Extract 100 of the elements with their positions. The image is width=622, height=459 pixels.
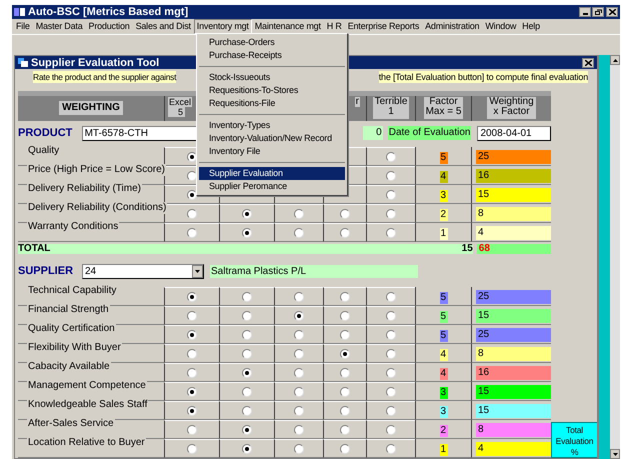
radio-button[interactable]: [294, 406, 304, 416]
radio-button[interactable]: [386, 190, 396, 200]
radio-button[interactable]: [294, 349, 304, 360]
radio-button[interactable]: [294, 228, 304, 238]
radio-button[interactable]: [386, 330, 396, 340]
dropdown-item[interactable]: Requesitions-To-Stores: [199, 84, 345, 97]
close-icon: [608, 9, 616, 15]
total-evaluation-button[interactable]: Total Evaluation %: [551, 422, 597, 458]
dropdown-item[interactable]: Inventory File: [199, 145, 345, 158]
date-field[interactable]: 2008-04-01: [477, 126, 551, 141]
radio-button[interactable]: [294, 209, 304, 220]
weighted-score: 8: [476, 347, 551, 362]
radio-button[interactable]: [187, 190, 197, 200]
radio-button[interactable]: [340, 425, 350, 436]
radio-button[interactable]: [294, 368, 304, 378]
radio-button[interactable]: [242, 425, 252, 436]
dropdown-item[interactable]: Stock-Issueouts: [199, 71, 345, 84]
dropdown-item[interactable]: Requesitions-File: [199, 97, 345, 110]
menu-item[interactable]: Enterprise Reports: [344, 19, 422, 34]
radio-button[interactable]: [386, 171, 396, 182]
radio-button[interactable]: [386, 292, 396, 302]
radio-button[interactable]: [242, 292, 252, 302]
radio-button[interactable]: [242, 368, 252, 378]
radio-button[interactable]: [340, 349, 350, 360]
menu-item[interactable]: Master Data: [32, 19, 86, 34]
radio-button[interactable]: [386, 209, 396, 220]
menu-item[interactable]: Sales and Dist: [132, 19, 194, 34]
menu-item[interactable]: File: [13, 19, 33, 34]
close-button[interactable]: [606, 7, 618, 17]
column-header: Weighting x Factor: [487, 97, 536, 119]
radio-button[interactable]: [386, 152, 396, 162]
menu-item[interactable]: Help: [519, 19, 543, 34]
radio-button[interactable]: [340, 387, 350, 398]
radio-button[interactable]: [340, 368, 350, 378]
radio-button[interactable]: [386, 425, 396, 436]
radio-button[interactable]: [242, 330, 252, 340]
radio-button[interactable]: [242, 349, 252, 360]
factor-value: 5: [440, 292, 448, 304]
radio-button[interactable]: [187, 387, 197, 398]
minimize-button[interactable]: [579, 7, 591, 17]
radio-button[interactable]: [340, 292, 350, 302]
radio-button[interactable]: [386, 387, 396, 398]
radio-button[interactable]: [187, 425, 197, 436]
criterion-label: Technical Capability: [27, 285, 118, 298]
radio-button[interactable]: [187, 152, 197, 162]
radio-button[interactable]: [386, 311, 396, 322]
radio-button[interactable]: [242, 406, 252, 416]
radio-button[interactable]: [187, 406, 197, 416]
criterion-label: Knowledgeable Sales Staff: [27, 399, 148, 412]
radio-button[interactable]: [187, 311, 197, 322]
radio-button[interactable]: [294, 292, 304, 302]
radio-button[interactable]: [187, 209, 197, 220]
radio-button[interactable]: [187, 228, 197, 238]
menu-item[interactable]: H R: [324, 19, 345, 34]
weighting-button[interactable]: WEIGHTING: [59, 101, 123, 116]
radio-button[interactable]: [386, 406, 396, 416]
radio-button[interactable]: [187, 171, 197, 182]
radio-button[interactable]: [340, 330, 350, 340]
factor-value: 4: [440, 349, 448, 362]
radio-button[interactable]: [187, 330, 197, 340]
radio-button[interactable]: [386, 368, 396, 378]
radio-button[interactable]: [340, 444, 350, 454]
criterion-label: Quality: [27, 145, 60, 158]
dropdown-item[interactable]: Purchase-Orders: [199, 36, 345, 49]
radio-button[interactable]: [294, 444, 304, 454]
radio-button[interactable]: [242, 311, 252, 322]
radio-button[interactable]: [187, 292, 197, 302]
radio-button[interactable]: [386, 228, 396, 238]
supplier-dropdown[interactable]: 24: [82, 264, 204, 279]
dropdown-item[interactable]: Supplier Evaluation: [199, 167, 345, 180]
radio-button[interactable]: [294, 311, 304, 322]
radio-button[interactable]: [187, 349, 197, 360]
radio-button[interactable]: [340, 228, 350, 238]
radio-button[interactable]: [386, 444, 396, 454]
radio-button[interactable]: [242, 209, 252, 220]
radio-button[interactable]: [294, 425, 304, 436]
radio-button[interactable]: [340, 209, 350, 220]
menu-item[interactable]: Administration: [422, 19, 482, 34]
radio-button[interactable]: [242, 444, 252, 454]
instruction-text: Rate the product and the supplier against: [33, 71, 176, 83]
radio-button[interactable]: [294, 387, 304, 398]
radio-button[interactable]: [386, 349, 396, 360]
radio-button[interactable]: [242, 387, 252, 398]
radio-button[interactable]: [242, 228, 252, 238]
radio-button[interactable]: [187, 444, 197, 454]
radio-button[interactable]: [340, 406, 350, 416]
total-weighted-score: 68: [476, 244, 551, 254]
total-label: TOTAL: [18, 244, 460, 254]
weighted-score: 8: [476, 207, 551, 222]
close-button[interactable]: [582, 58, 594, 68]
scrollbar[interactable]: [610, 55, 620, 459]
radio-button[interactable]: [340, 311, 350, 322]
menu-item[interactable]: Window: [482, 19, 520, 34]
radio-button[interactable]: [294, 330, 304, 340]
dropdown-item[interactable]: Supplier Peromance: [199, 180, 345, 193]
menu-item[interactable]: Production: [86, 19, 133, 34]
restore-button[interactable]: [592, 7, 604, 17]
dropdown-item[interactable]: Purchase-Receipts: [199, 49, 345, 62]
menu-item[interactable]: Maintenance mgt: [252, 19, 324, 34]
radio-button[interactable]: [187, 368, 197, 378]
